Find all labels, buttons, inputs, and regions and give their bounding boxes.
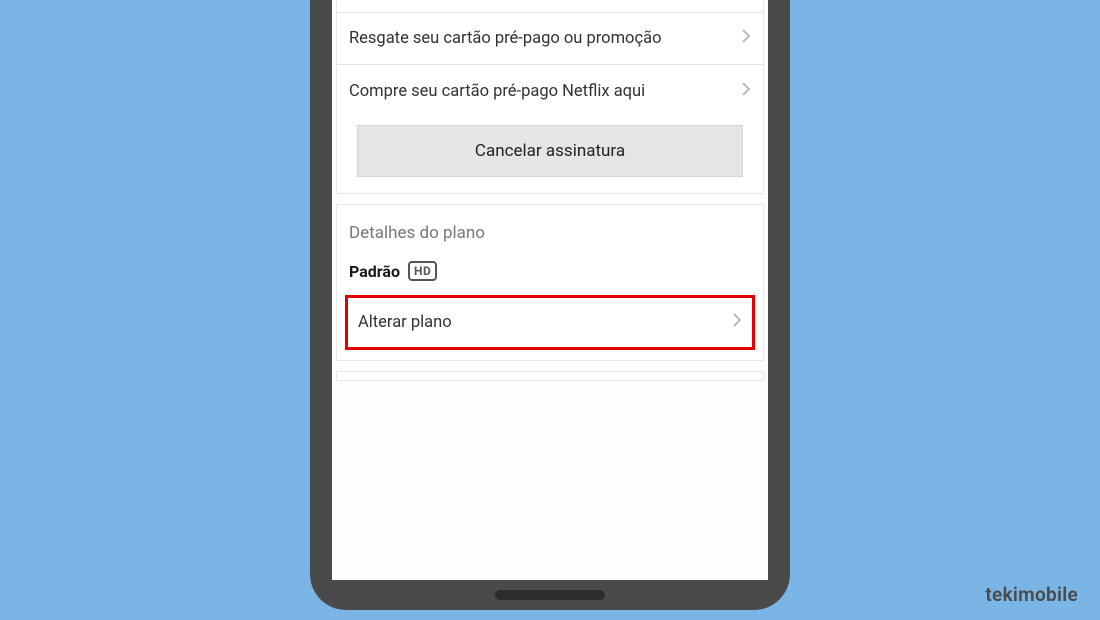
phone-screen: Alterar data de cobrança Resgate seu car… xyxy=(332,0,768,580)
plan-section-title: Detalhes do plano xyxy=(337,205,763,253)
buy-card-item[interactable]: Compre seu cartão pré-pago Netflix aqui xyxy=(337,65,763,117)
chevron-right-icon xyxy=(741,28,751,49)
watermark-label: tekimobile xyxy=(985,583,1078,606)
plan-details-section: Detalhes do plano Padrão HD Alterar plan… xyxy=(336,204,764,361)
plan-name-label: Padrão xyxy=(349,262,400,281)
cancel-subscription-button[interactable]: Cancelar assinatura xyxy=(357,125,743,177)
list-item-label: Compre seu cartão pré-pago Netflix aqui xyxy=(349,82,645,101)
chevron-right-icon xyxy=(732,312,742,333)
billing-section: Alterar data de cobrança Resgate seu car… xyxy=(336,0,764,194)
change-plan-label: Alterar plano xyxy=(358,313,452,332)
chevron-right-icon xyxy=(741,81,751,102)
cancel-button-wrap: Cancelar assinatura xyxy=(337,117,763,193)
phone-speaker-icon xyxy=(495,590,605,600)
change-billing-date-item[interactable]: Alterar data de cobrança xyxy=(337,0,763,13)
change-plan-item[interactable]: Alterar plano xyxy=(345,295,755,350)
current-plan-row: Padrão HD xyxy=(337,253,763,295)
hd-badge-icon: HD xyxy=(408,261,437,281)
next-section-peek xyxy=(336,371,764,381)
redeem-card-item[interactable]: Resgate seu cartão pré-pago ou promoção xyxy=(337,13,763,65)
phone-frame: Alterar data de cobrança Resgate seu car… xyxy=(310,0,790,610)
list-item-label: Resgate seu cartão pré-pago ou promoção xyxy=(349,29,661,48)
